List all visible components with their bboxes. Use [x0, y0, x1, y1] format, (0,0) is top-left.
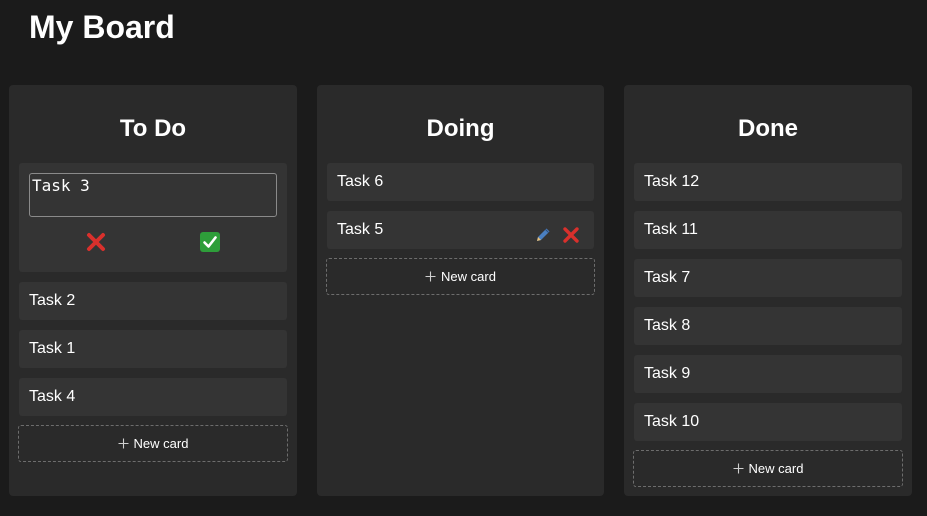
- new-card-label: New card: [441, 269, 496, 284]
- new-card-button[interactable]: New card: [326, 258, 595, 295]
- new-card-button[interactable]: New card: [18, 425, 288, 462]
- card[interactable]: Task 6: [327, 163, 594, 201]
- card-edit-form: [19, 163, 287, 272]
- column-title: Done: [738, 115, 798, 142]
- confirm-edit-button[interactable]: [199, 231, 221, 253]
- plus-icon: [425, 271, 436, 282]
- card-title-input[interactable]: [29, 173, 277, 217]
- card[interactable]: Task 4: [19, 378, 287, 416]
- cross-mark-icon: [563, 227, 579, 243]
- column-doing: Doing Task 6 Task 5 New card: [317, 85, 604, 496]
- plus-icon: [733, 463, 744, 474]
- card[interactable]: Task 10: [634, 403, 902, 441]
- column-title: To Do: [119, 115, 187, 142]
- edit-card-button[interactable]: [534, 221, 552, 241]
- delete-card-button[interactable]: [562, 221, 580, 243]
- card-actions: [534, 211, 580, 249]
- new-card-label: New card: [748, 461, 804, 476]
- card[interactable]: Task 11: [634, 211, 902, 249]
- board-title: My Board: [29, 9, 175, 45]
- card[interactable]: Task 8: [634, 307, 902, 345]
- card[interactable]: Task 7: [634, 259, 902, 297]
- check-mark-icon: [200, 232, 220, 252]
- card[interactable]: Task 12: [634, 163, 902, 201]
- card[interactable]: Task 2: [19, 282, 287, 320]
- cross-mark-icon: [87, 233, 105, 251]
- card-hovered[interactable]: Task 5: [327, 211, 594, 249]
- card[interactable]: Task 9: [634, 355, 902, 393]
- column-todo: To Do Task 2 Task 1 Task 4 New card: [9, 85, 297, 496]
- pen-icon: [537, 228, 550, 241]
- column-done: Done Task 12 Task 11 Task 7 Task 8 Task …: [624, 85, 912, 496]
- new-card-label: New card: [133, 436, 189, 451]
- new-card-button[interactable]: New card: [633, 450, 903, 487]
- card[interactable]: Task 1: [19, 330, 287, 368]
- column-title: Doing: [426, 115, 495, 142]
- cancel-edit-button[interactable]: [85, 231, 107, 253]
- card-label: Task 5: [337, 221, 384, 238]
- plus-icon: [118, 438, 129, 449]
